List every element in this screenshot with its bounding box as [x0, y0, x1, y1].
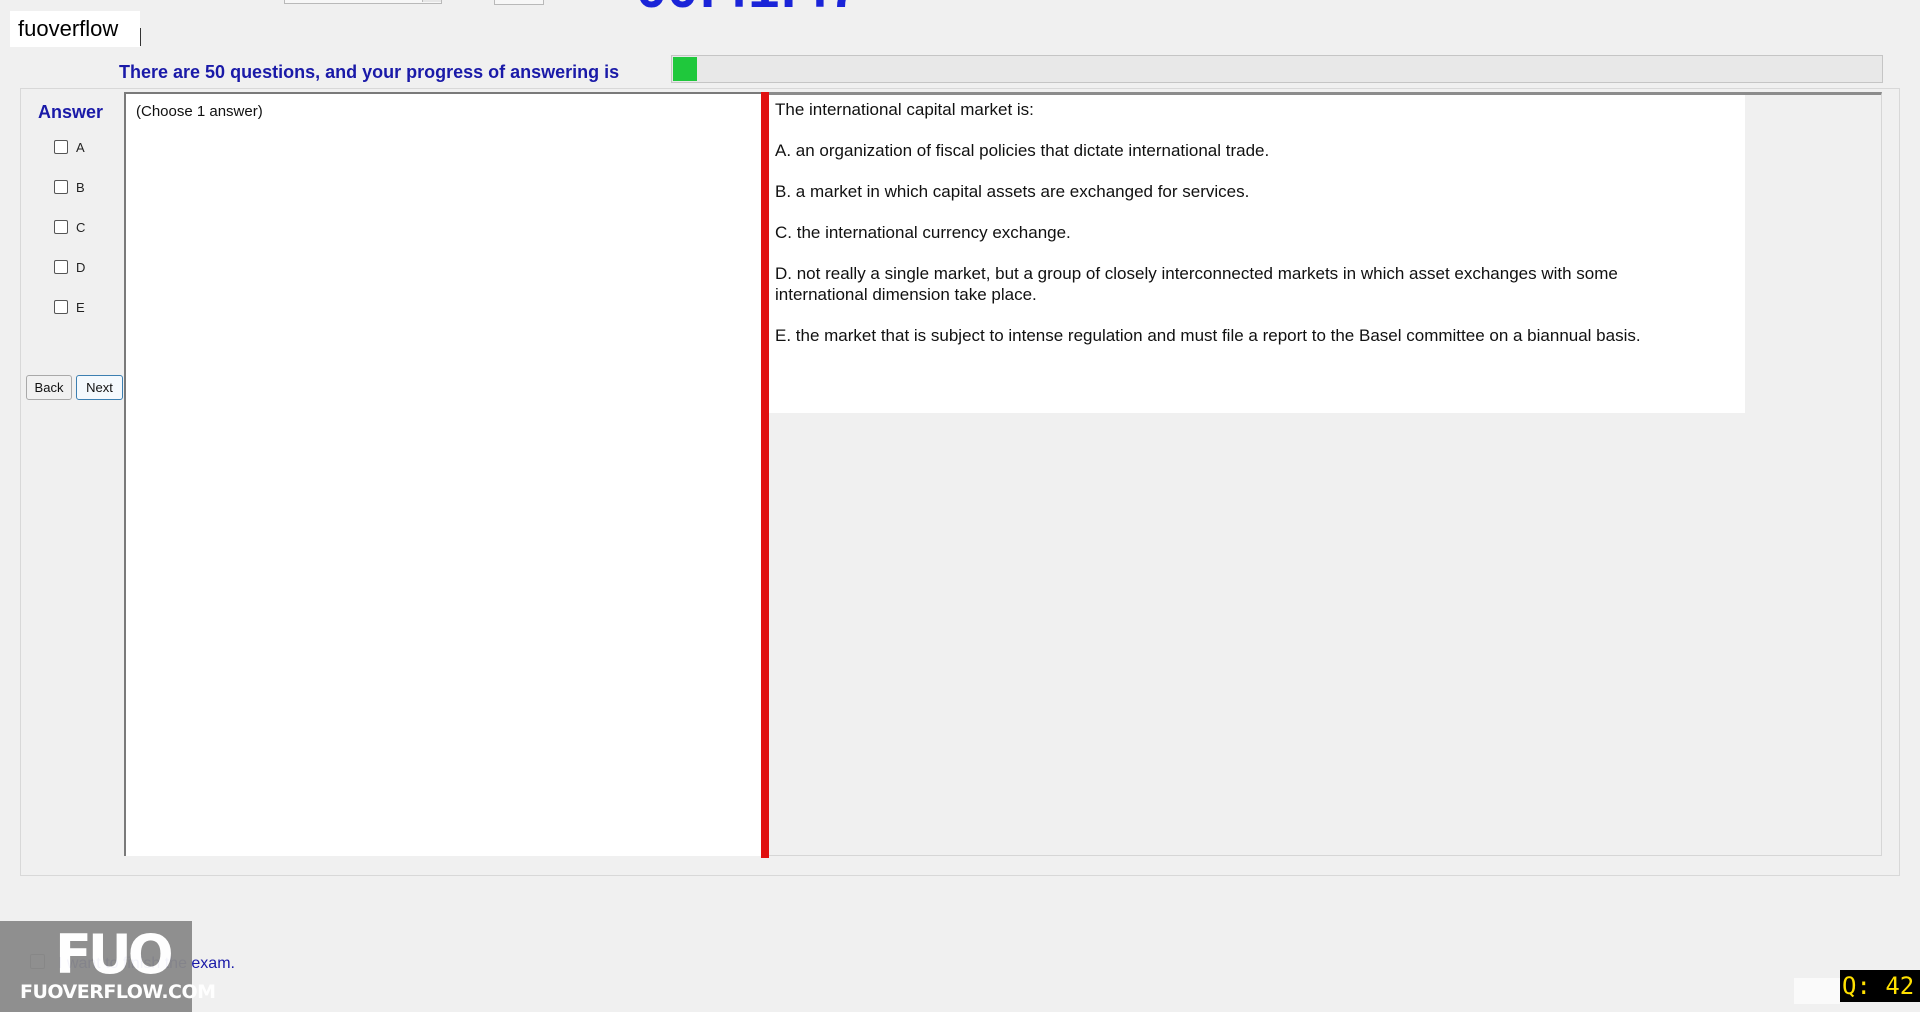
option-c-checkbox[interactable]: C — [54, 217, 85, 237]
option-c-label: C — [76, 219, 86, 235]
checkbox-icon[interactable] — [54, 260, 68, 274]
next-button[interactable]: Next — [76, 375, 123, 400]
option-a-label: A — [76, 139, 85, 155]
exam-timer: 00:41:47 — [636, 0, 860, 16]
option-e-label: E — [76, 299, 85, 315]
option-e-checkbox[interactable]: E — [54, 297, 85, 317]
panel-splitter[interactable] — [761, 92, 769, 858]
logo-mark: FUO — [55, 923, 174, 986]
choice-d-text: D. not really a single market, but a gro… — [775, 264, 1618, 304]
answer-notes-panel[interactable]: (Choose 1 answer) — [124, 92, 764, 856]
option-d-checkbox[interactable]: D — [54, 257, 85, 277]
choice-a-text: A. an organization of fiscal policies th… — [775, 141, 1270, 160]
watermark-label: fuoverflow — [10, 11, 140, 47]
top-dropdown[interactable] — [284, 0, 442, 4]
checkbox-icon[interactable] — [54, 180, 68, 194]
option-d-label: D — [76, 259, 86, 275]
text-caret — [140, 28, 141, 46]
top-field[interactable] — [494, 0, 544, 5]
option-a-checkbox[interactable]: A — [54, 137, 85, 157]
checkbox-icon[interactable] — [54, 140, 68, 154]
choice-c-text: C. the international currency exchange. — [775, 223, 1071, 242]
logo-site-text: FUOVERFLOW.COM — [20, 981, 216, 1003]
choice-b-text: B. a market in which capital assets are … — [775, 182, 1250, 201]
dropdown-arrow-icon[interactable] — [422, 0, 441, 2]
choose-hint: (Choose 1 answer) — [136, 103, 263, 120]
checkbox-icon[interactable] — [54, 220, 68, 234]
progress-bar-fill — [673, 57, 698, 81]
question-counter: Q: 42 — [1840, 970, 1920, 1002]
small-status-field — [1794, 978, 1840, 1004]
option-b-checkbox[interactable]: B — [54, 177, 85, 197]
progress-label: There are 50 questions, and your progres… — [119, 62, 620, 82]
question-stem: The international capital market is: — [775, 100, 1034, 119]
question-content: The international capital market is: A. … — [769, 95, 1745, 413]
checkbox-icon[interactable] — [54, 300, 68, 314]
fuoverflow-logo: FUO FUOVERFLOW.COM — [0, 921, 216, 1012]
progress-bar — [671, 55, 1883, 83]
answer-heading: Answer — [38, 102, 104, 122]
choice-e-text: E. the market that is subject to intense… — [775, 326, 1641, 345]
option-b-label: B — [76, 179, 85, 195]
back-button[interactable]: Back — [26, 375, 72, 400]
